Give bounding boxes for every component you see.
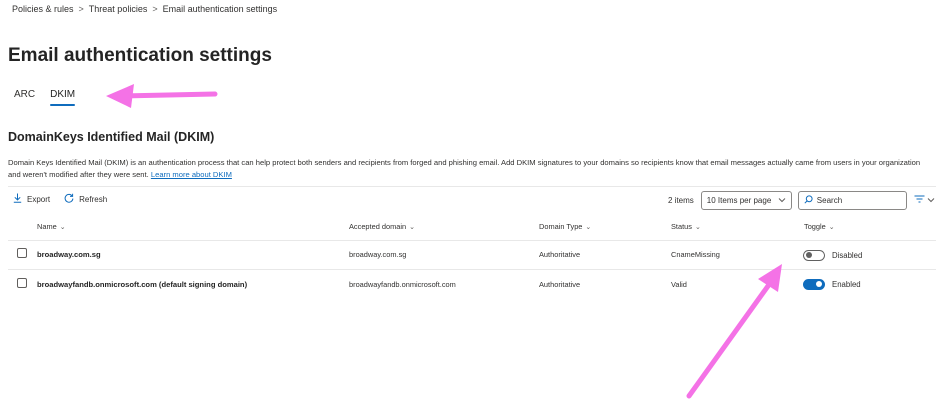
search-box[interactable] [797,191,907,210]
table-header: Name ⌄ Accepted domain ⌄ Domain Type ⌄ S… [8,222,936,236]
column-header-name[interactable]: Name ⌄ [37,222,66,231]
learn-more-link[interactable]: Learn more about DKIM [151,170,232,179]
breadcrumb-item-policies[interactable]: Policies & rules [12,4,74,14]
filter-icon [914,195,925,206]
items-per-page-value: 10 Items per page [706,196,772,205]
refresh-label: Refresh [79,195,108,204]
download-icon [13,193,22,206]
chevron-down-icon: ⌄ [585,223,592,231]
description-text: Domain Keys Identified Mail (DKIM) is an… [8,158,921,179]
column-header-status[interactable]: Status ⌄ [671,222,701,231]
toggle-state-label: Disabled [832,250,863,260]
cell-status: CnameMissing [671,249,720,259]
chevron-right-icon: > [78,4,84,14]
breadcrumb-item-threat-policies[interactable]: Threat policies [89,4,148,14]
chevron-down-icon [927,196,935,205]
column-header-domain-type[interactable]: Domain Type ⌄ [539,222,591,231]
items-count: 2 items [668,196,694,205]
tab-arc[interactable]: ARC [14,89,35,106]
cell-accepted-domain: broadwayfandb.onmicrosoft.com [349,279,456,289]
toggle-knob [806,252,812,258]
cell-domain-type: Authoritative [539,279,581,289]
cell-toggle: Enabled [803,269,861,299]
cell-name: broadway.com.sg [37,249,101,259]
breadcrumb-item-current: Email authentication settings [162,4,278,14]
column-header-label: Toggle [804,222,826,231]
refresh-icon [64,193,74,206]
search-input[interactable] [816,196,897,205]
tab-dkim[interactable]: DKIM [50,89,76,106]
chevron-down-icon: ⌄ [694,223,701,231]
annotation-arrow-tab [106,84,218,108]
cell-toggle: Disabled [803,240,862,270]
export-label: Export [27,195,51,204]
table-row[interactable]: broadwayfandb.onmicrosoft.com (default s… [8,269,936,299]
column-header-toggle[interactable]: Toggle ⌄ [804,222,835,231]
cell-status: Valid [671,279,687,289]
toggle-knob [816,281,822,287]
column-header-accepted-domain[interactable]: Accepted domain ⌄ [349,222,415,231]
page-title: Email authentication settings [8,45,272,66]
breadcrumb: Policies & rules > Threat policies > Ema… [12,4,277,14]
section-description: Domain Keys Identified Mail (DKIM) is an… [8,157,928,181]
divider [8,186,936,187]
cell-name: broadwayfandb.onmicrosoft.com (default s… [37,279,248,289]
tab-list: ARC DKIM [14,89,76,106]
toolbar-right: 2 items 10 Items per page [668,191,935,210]
filter-button[interactable] [914,195,935,206]
column-header-label: Status [671,222,692,231]
chevron-down-icon [778,196,786,205]
export-button[interactable]: Export [13,193,50,206]
row-checkbox[interactable] [17,278,27,288]
chevron-down-icon: ⌄ [409,223,415,231]
column-header-label: Name [37,222,57,231]
chevron-down-icon: ⌄ [59,223,66,231]
row-checkbox[interactable] [17,248,27,258]
cell-domain-type: Authoritative [539,249,581,259]
dkim-toggle-switch[interactable] [803,249,825,261]
chevron-down-icon: ⌄ [828,223,835,231]
command-bar: Export Refresh [13,193,107,206]
search-icon [804,195,813,206]
dkim-toggle-switch[interactable] [803,278,825,290]
column-header-label: Accepted domain [349,222,407,231]
cell-accepted-domain: broadway.com.sg [349,249,407,259]
items-per-page-dropdown[interactable]: 10 Items per page [700,191,792,210]
column-header-label: Domain Type [539,222,583,231]
chevron-right-icon: > [152,4,158,14]
refresh-button[interactable]: Refresh [64,193,107,206]
section-title: DomainKeys Identified Mail (DKIM) [8,130,215,144]
table-row[interactable]: broadway.com.sg broadway.com.sg Authorit… [8,239,936,269]
toggle-state-label: Enabled [832,279,861,289]
